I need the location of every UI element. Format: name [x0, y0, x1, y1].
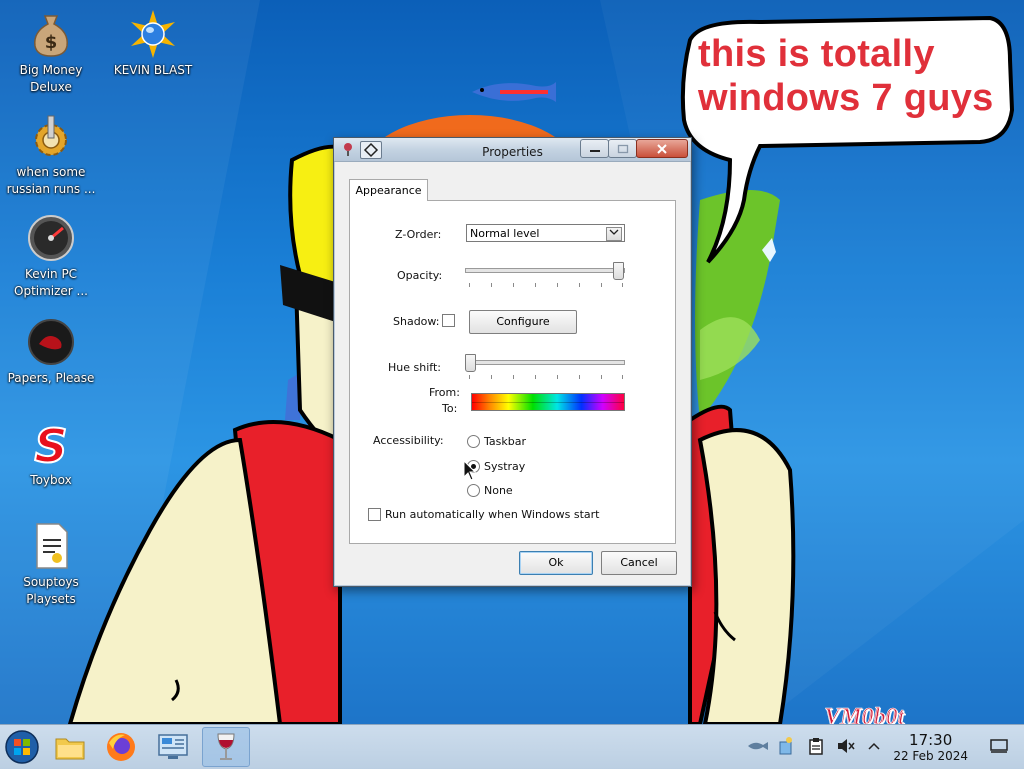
clock-date: 22 Feb 2024 [893, 749, 968, 763]
gear-icon [27, 112, 75, 160]
close-button[interactable] [636, 139, 688, 158]
from-label: From: [429, 386, 460, 399]
desktop-icon-when-some-russian-runs[interactable]: when some russian runs ... [1, 112, 101, 198]
hue-shift-slider[interactable] [465, 354, 629, 384]
desktop-icon-label: Toybox [30, 473, 72, 487]
tray-paint-bucket[interactable] [776, 735, 796, 757]
desktop-icon-label: Kevin PC Optimizer ... [14, 267, 88, 298]
radio-taskbar-label[interactable]: Taskbar [484, 435, 526, 448]
paint-bucket-tray-icon [779, 737, 792, 755]
taskbar: 17:30 22 Feb 2024 [0, 724, 1024, 769]
desktop-icon-kevin-pc-optimizer[interactable]: Kevin PC Optimizer ... [1, 214, 101, 300]
hue-spectrum-preview [471, 393, 625, 411]
taskbar-file-explorer[interactable] [50, 727, 90, 767]
toybox-icon: S [27, 418, 75, 474]
tray-clipboard[interactable] [806, 735, 826, 757]
kevin-blast-icon [129, 10, 177, 58]
speaker-muted-icon [838, 739, 855, 753]
hue-slider-thumb[interactable] [465, 354, 476, 372]
taskbar-control-panel[interactable] [153, 727, 193, 767]
radio-taskbar[interactable] [467, 435, 480, 448]
speech-bubble-text: this is totally windows 7 guys [698, 33, 994, 119]
minimize-button[interactable] [580, 139, 609, 158]
zorder-value: Normal level [470, 227, 540, 240]
svg-text:S: S [34, 420, 67, 468]
hue-slider-ticks [469, 375, 623, 379]
firefox-icon [107, 733, 135, 761]
desktop-icon-kevin-blast[interactable]: KEVIN BLAST [103, 10, 203, 79]
taskbar-firefox[interactable] [101, 727, 141, 767]
tray-show-hidden[interactable] [864, 735, 884, 757]
start-orb-icon [5, 730, 39, 764]
clipboard-tray-icon [809, 738, 823, 755]
fish-decoration [472, 82, 556, 102]
zorder-label: Z-Order: [395, 228, 442, 241]
desktop-icon-big-money-deluxe[interactable]: $ Big Money Deluxe [1, 10, 101, 96]
window-titlebar[interactable]: Properties [334, 138, 691, 162]
desktop-icon-label: when some russian runs ... [6, 165, 96, 196]
radio-none[interactable] [467, 484, 480, 497]
chevron-up-icon [868, 742, 880, 750]
papers-please-icon [27, 318, 75, 366]
desktop-icon-toybox[interactable]: S Toybox [1, 418, 101, 489]
autorun-checkbox[interactable] [368, 508, 381, 521]
taskbar-clock[interactable]: 17:30 22 Feb 2024 [893, 731, 968, 763]
cancel-button[interactable]: Cancel [601, 551, 677, 575]
mouse-cursor-icon [463, 460, 477, 481]
file-explorer-icon [55, 738, 85, 760]
maximize-icon [617, 144, 628, 153]
taskbar-wine-glass[interactable] [202, 727, 250, 767]
maximize-button[interactable] [608, 139, 637, 158]
opacity-slider[interactable] [465, 262, 629, 292]
autorun-label[interactable]: Run automatically when Windows start [385, 508, 600, 521]
close-icon [657, 143, 667, 154]
tray-fish[interactable] [746, 735, 770, 757]
shadow-label: Shadow: [393, 315, 440, 328]
radio-none-label[interactable]: None [484, 484, 513, 497]
desktop-icon-label: KEVIN BLAST [113, 63, 193, 77]
desktop-icon-label: Souptoys Playsets [23, 575, 79, 606]
clock-time: 17:30 [909, 731, 953, 749]
tab-appearance[interactable]: Appearance [349, 179, 428, 201]
chevron-down-icon[interactable] [606, 227, 622, 241]
control-panel-icon [158, 734, 188, 759]
zorder-select[interactable]: Normal level [466, 224, 625, 242]
show-desktop-icon [990, 739, 1008, 753]
ok-button[interactable]: Ok [519, 551, 593, 575]
hue-slider-track [465, 360, 625, 365]
desktop-icon-label: Big Money Deluxe [19, 63, 83, 94]
opacity-slider-ticks [469, 283, 623, 287]
svg-text:$: $ [45, 32, 58, 53]
opacity-slider-thumb[interactable] [613, 262, 624, 280]
to-label: To: [442, 402, 458, 415]
document-icon [27, 522, 75, 570]
desktop-icon-souptoys-playsets[interactable]: Souptoys Playsets [1, 522, 101, 608]
money-bag-icon: $ [27, 10, 75, 58]
minimize-icon [589, 149, 600, 152]
wine-glass-icon [217, 733, 235, 760]
show-desktop-button[interactable] [988, 735, 1010, 757]
radio-systray-label[interactable]: Systray [484, 460, 525, 473]
fish-tray-icon [748, 742, 768, 750]
start-button[interactable] [2, 727, 42, 767]
hue-shift-label: Hue shift: [388, 361, 441, 374]
opacity-label: Opacity: [397, 269, 443, 282]
tray-volume[interactable] [836, 735, 856, 757]
opacity-slider-track [465, 268, 625, 273]
desktop-icon-label: Papers, Please [7, 371, 95, 385]
shadow-checkbox[interactable] [442, 314, 455, 327]
configure-button[interactable]: Configure [469, 310, 577, 334]
desktop-icon-papers-please[interactable]: Papers, Please [1, 318, 101, 387]
properties-window: Properties Appearance Z-Order: Normal le… [333, 137, 692, 587]
gauge-icon [27, 214, 75, 262]
accessibility-label: Accessibility: [373, 434, 444, 447]
